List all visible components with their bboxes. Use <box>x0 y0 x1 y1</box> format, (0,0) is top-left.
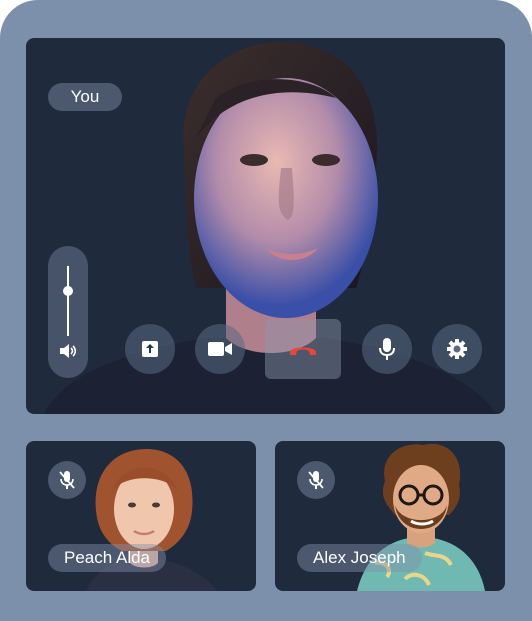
volume-thumb[interactable] <box>63 285 73 296</box>
microphone-muted-icon <box>59 471 75 489</box>
self-name-label: You <box>48 83 122 111</box>
participant-name-label: Peach Alda <box>48 544 167 572</box>
share-screen-button[interactable] <box>125 324 175 374</box>
participant-tile[interactable]: Alex Joseph <box>275 441 505 591</box>
settings-button[interactable] <box>432 324 482 374</box>
share-screen-icon <box>142 341 158 357</box>
volume-slider[interactable] <box>48 246 88 378</box>
end-call-icon <box>290 347 316 355</box>
volume-track[interactable] <box>67 266 69 336</box>
microphone-icon <box>379 338 395 360</box>
settings-gear-icon <box>447 339 467 359</box>
mic-muted-indicator <box>297 461 335 499</box>
participant-name-label: Alex Joseph <box>297 544 422 572</box>
end-call-button[interactable] <box>265 319 341 379</box>
self-video-tile: You <box>26 38 505 414</box>
participant-tile[interactable]: Peach Alda <box>26 441 256 591</box>
microphone-button[interactable] <box>362 324 412 374</box>
call-window: You Peach Alda Alex Joseph <box>0 0 532 621</box>
video-camera-icon <box>208 342 232 356</box>
microphone-muted-icon <box>308 471 324 489</box>
camera-button[interactable] <box>195 324 245 374</box>
mic-muted-indicator <box>48 461 86 499</box>
speaker-icon <box>60 344 77 358</box>
